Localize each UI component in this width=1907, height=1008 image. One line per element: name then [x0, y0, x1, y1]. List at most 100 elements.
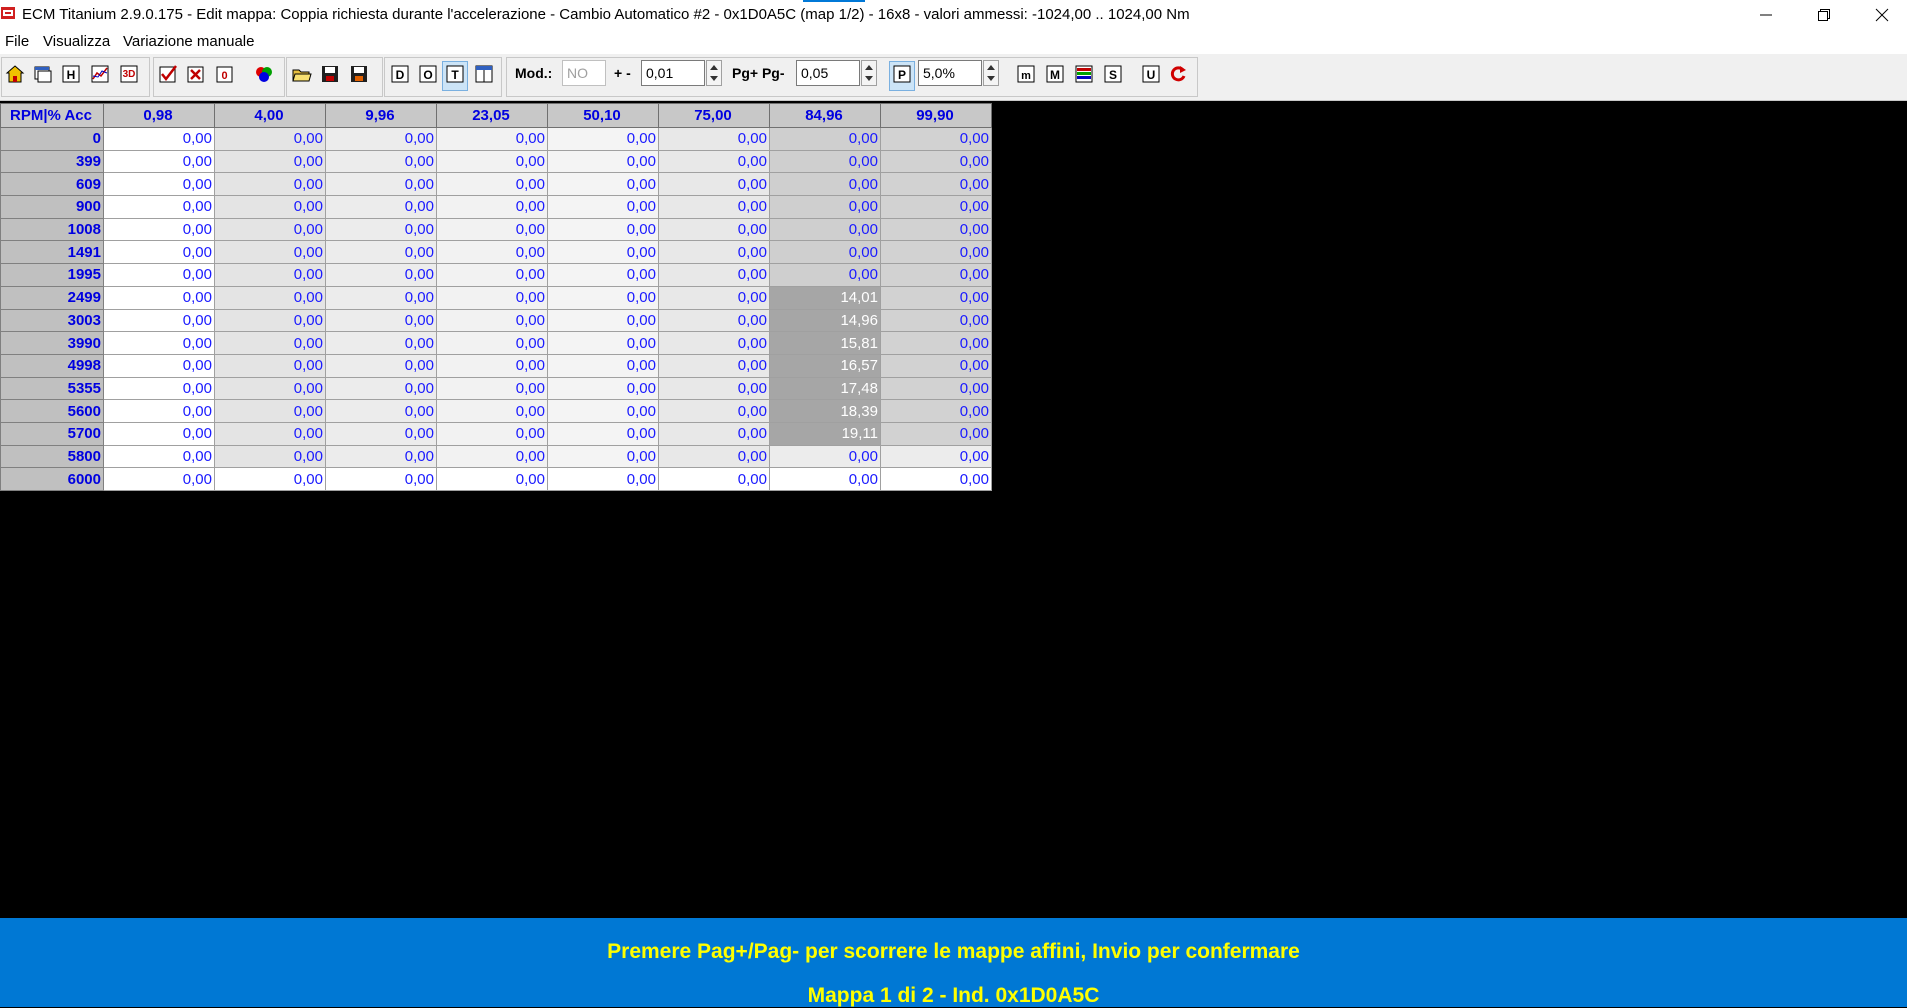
row-header[interactable]: 5700 [0, 421, 104, 446]
map-cell[interactable]: 0,00 [436, 149, 548, 174]
map-cell[interactable]: 0,00 [769, 195, 881, 219]
map-cell[interactable]: 0,00 [325, 217, 437, 242]
map-cell[interactable]: 0,00 [325, 263, 437, 287]
map-cell[interactable]: 0,00 [658, 376, 770, 401]
map-cell[interactable]: 0,00 [436, 421, 548, 446]
map-cell[interactable]: 0,00 [436, 127, 548, 151]
row-header[interactable]: 5355 [0, 376, 104, 401]
o-icon[interactable]: O [418, 64, 438, 84]
column-header[interactable]: 9,96 [325, 103, 437, 128]
map-cell[interactable]: 14,01 [769, 285, 881, 310]
map-cell[interactable]: 0,00 [325, 331, 437, 355]
step-spinner[interactable] [706, 60, 722, 86]
map-cell[interactable]: 0,00 [658, 240, 770, 265]
map-cell[interactable]: 0,00 [880, 149, 992, 174]
map-cell[interactable]: 0,00 [436, 195, 548, 219]
close-button[interactable] [1853, 0, 1907, 30]
menu-variazione-manuale[interactable]: Variazione manuale [123, 33, 254, 50]
map-cell[interactable]: 0,00 [769, 217, 881, 242]
map-cell[interactable]: 0,00 [547, 308, 659, 333]
map-cell[interactable]: 0,00 [547, 376, 659, 401]
map-cell[interactable]: 0,00 [103, 149, 215, 174]
map-cell[interactable]: 0,00 [658, 467, 770, 491]
map-cell[interactable]: 0,00 [880, 263, 992, 287]
map-cell[interactable]: 0,00 [880, 331, 992, 355]
save-as-icon[interactable] [349, 64, 369, 84]
map-cell[interactable]: 0,00 [769, 172, 881, 197]
column-header[interactable]: 75,00 [658, 103, 770, 128]
map-cell[interactable]: 0,00 [325, 240, 437, 265]
percent-input[interactable] [918, 60, 982, 86]
columns-icon[interactable] [474, 64, 494, 84]
map-cell[interactable]: 0,00 [325, 444, 437, 469]
map-cell[interactable]: 0,00 [436, 308, 548, 333]
map-cell[interactable]: 0,00 [325, 172, 437, 197]
map-cell[interactable]: 0,00 [103, 331, 215, 355]
map-cell[interactable]: 0,00 [769, 240, 881, 265]
column-header[interactable]: 84,96 [769, 103, 881, 128]
map-cell[interactable]: 0,00 [436, 467, 548, 491]
row-header[interactable]: 4998 [0, 353, 104, 378]
map-cell[interactable]: 0,00 [547, 399, 659, 423]
map-cell[interactable]: 0,00 [214, 149, 326, 174]
column-header[interactable]: 99,90 [880, 103, 992, 128]
colors-icon[interactable] [254, 64, 274, 84]
chart-icon[interactable] [90, 64, 110, 84]
map-cell[interactable]: 0,00 [103, 444, 215, 469]
map-cell[interactable]: 0,00 [547, 217, 659, 242]
row-header[interactable]: 3003 [0, 308, 104, 333]
row-header[interactable]: 0 [0, 127, 104, 151]
map-cell[interactable]: 0,00 [103, 217, 215, 242]
map-cell[interactable]: 0,00 [103, 172, 215, 197]
restore-button[interactable] [1795, 0, 1853, 30]
map-cell[interactable]: 16,57 [769, 353, 881, 378]
column-header[interactable]: 0,98 [103, 103, 215, 128]
map-cell[interactable]: 0,00 [658, 149, 770, 174]
map-cell[interactable]: 0,00 [547, 285, 659, 310]
row-header[interactable]: 6000 [0, 467, 104, 491]
map-cell[interactable]: 0,00 [214, 421, 326, 446]
map-cell[interactable]: 0,00 [658, 421, 770, 446]
page-step-input[interactable] [796, 60, 860, 86]
map-cell[interactable]: 0,00 [547, 467, 659, 491]
map-cell[interactable]: 0,00 [769, 263, 881, 287]
map-cell[interactable]: 0,00 [880, 308, 992, 333]
map-cell[interactable]: 0,00 [325, 467, 437, 491]
map-cell[interactable]: 0,00 [547, 127, 659, 151]
map-cell[interactable]: 0,00 [103, 263, 215, 287]
zero-icon[interactable]: 0 [215, 64, 235, 84]
p-icon[interactable]: P [892, 64, 912, 84]
s-icon[interactable]: S [1103, 64, 1123, 84]
m-icon[interactable]: M [1045, 64, 1065, 84]
map-cell[interactable]: 0,00 [880, 240, 992, 265]
column-header[interactable]: 50,10 [547, 103, 659, 128]
map-cell[interactable]: 0,00 [214, 127, 326, 151]
map-cell[interactable]: 0,00 [325, 376, 437, 401]
map-cell[interactable]: 0,00 [103, 127, 215, 151]
map-cell[interactable]: 0,00 [103, 285, 215, 310]
map-cell[interactable]: 0,00 [103, 421, 215, 446]
minimize-button[interactable] [1737, 0, 1795, 30]
h-icon[interactable]: H [61, 64, 81, 84]
map-cell[interactable]: 0,00 [658, 444, 770, 469]
map-cell[interactable]: 0,00 [436, 353, 548, 378]
stripe-icon[interactable] [1074, 64, 1094, 84]
menu-visualizza[interactable]: Visualizza [43, 33, 110, 50]
map-cell[interactable]: 15,81 [769, 331, 881, 355]
u-icon[interactable]: U [1141, 64, 1161, 84]
map-cell[interactable]: 0,00 [658, 172, 770, 197]
map-cell[interactable]: 0,00 [658, 331, 770, 355]
map-cell[interactable]: 0,00 [880, 353, 992, 378]
mod-field[interactable] [562, 60, 606, 86]
map-cell[interactable]: 0,00 [547, 353, 659, 378]
map-cell[interactable]: 0,00 [325, 353, 437, 378]
row-header[interactable]: 900 [0, 195, 104, 219]
map-cell[interactable]: 0,00 [880, 195, 992, 219]
map-cell[interactable]: 0,00 [880, 127, 992, 151]
step-input[interactable] [641, 60, 705, 86]
row-header[interactable]: 2499 [0, 285, 104, 310]
map-cell[interactable]: 0,00 [880, 217, 992, 242]
map-cell[interactable]: 0,00 [769, 444, 881, 469]
map-cell[interactable]: 17,48 [769, 376, 881, 401]
d-icon[interactable]: D [390, 64, 410, 84]
